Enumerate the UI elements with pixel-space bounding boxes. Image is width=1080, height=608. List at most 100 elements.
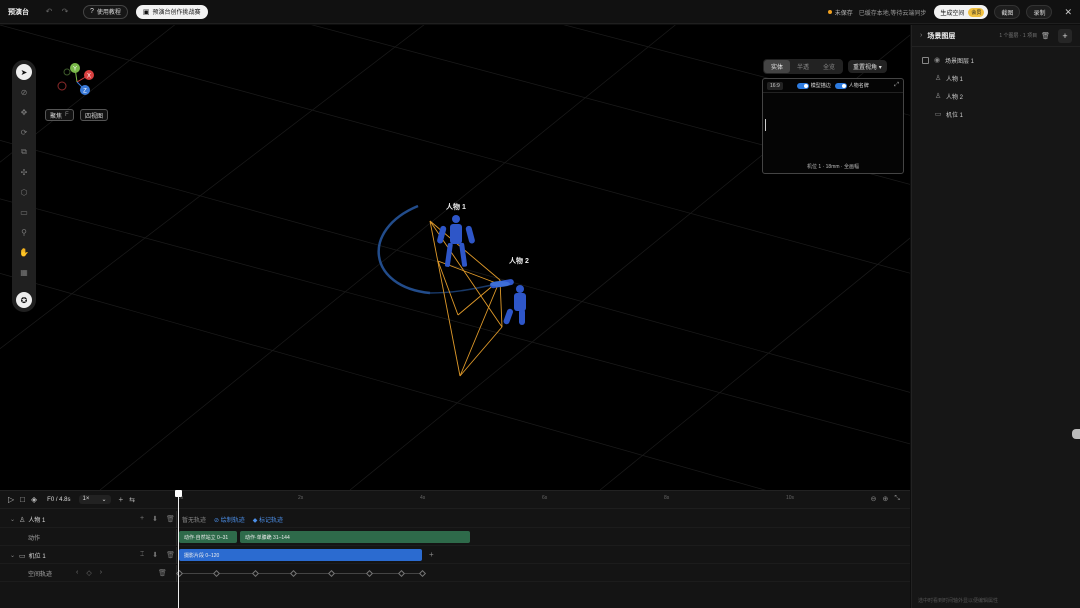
keyframe-icon[interactable]: ◈ [31,495,37,504]
pin-add-icon[interactable]: ⚲ [16,224,32,240]
link-icon[interactable]: ⌶ [140,551,144,559]
camera-preview[interactable]: 16:9 模型描边 人物名牌 ⤢ 机位 1 · 18mm · 全画幅 [762,78,904,174]
no-path-option[interactable]: 暂无轨迹 [182,515,206,524]
camera-add-icon[interactable]: ▭ [16,204,32,220]
zoom-in-icon[interactable]: ⊕ [883,495,889,503]
help-icon: ? [90,8,94,15]
screenshot-button[interactable]: 截图 [994,5,1021,19]
play-icon[interactable]: ▷ [8,495,14,504]
add-track-icon[interactable]: + [119,495,124,504]
add-layer-button[interactable]: + [1058,28,1072,43]
expand-icon[interactable]: ⤢ [894,82,899,89]
mark-path-label: 标记轨迹 [259,518,284,524]
undo-icon[interactable]: ↶ [43,6,55,18]
keyframe-marker[interactable] [365,569,374,578]
keyframe-marker[interactable] [251,569,260,578]
layer-item-character-1[interactable]: ♙ 人物 1 [912,69,1080,87]
prev-key-icon[interactable]: ‹ [76,569,78,577]
save-icon[interactable]: ⬇ [152,515,158,523]
add-clip-icon[interactable]: + [429,550,434,559]
keyframe-marker[interactable] [397,569,406,578]
collapse-panel-icon[interactable]: › [920,32,922,39]
tab-overview[interactable]: 全览 [816,60,842,73]
layer-checkbox[interactable] [922,56,929,64]
add-icon[interactable]: + [140,515,144,523]
action-clip[interactable]: 动作·单膝跪 31–144 [240,531,470,543]
scale-tool-icon[interactable]: ⧉ [16,144,32,160]
layer-item-character-2[interactable]: ♙ 人物 2 [912,87,1080,105]
track-character-1[interactable]: ⌄ ♙ 人物 1 + ⬇ 🗑 暂无轨迹 ⊘ 绘制轨迹 ◆ 标记轨迹 [0,511,910,528]
select-tool-icon[interactable]: ➤ [16,64,32,80]
generate-space-button[interactable]: 生成空间 会员 [934,5,989,19]
tutorial-button[interactable]: ? 使用教程 [83,4,128,19]
close-icon[interactable]: ✕ [1064,7,1072,18]
track-lane[interactable]: 暂无轨迹 ⊘ 绘制轨迹 ◆ 标记轨迹 [176,511,910,528]
record-button[interactable]: 录制 [1026,5,1053,19]
aspect-ratio-select[interactable]: 16:9 [767,81,783,90]
playhead[interactable] [175,490,182,608]
side-drag-handle[interactable] [1072,429,1080,439]
mark-path-option[interactable]: ◆ 标记轨迹 [253,515,283,524]
save-icon[interactable]: ⬇ [152,551,158,559]
hand-tool-icon[interactable]: ✋ [16,244,32,260]
tab-solid[interactable]: 实体 [764,60,791,73]
layer-item-scene[interactable]: ◉ 场景图层 1 [912,51,1080,69]
focus-button[interactable]: 聚焦 F [45,109,74,121]
draw-path-option[interactable]: ⊘ 绘制轨迹 [214,515,245,524]
zoom-out-icon[interactable]: ⊖ [871,495,877,503]
layer-label: 人物 1 [946,76,964,83]
track-character-1-action[interactable]: 动作 动作·自然站立 0–31 动作·单膝跪 31–144 [0,529,910,546]
top-right-group: 未保存 已缓存本地,等待云端同步 生成空间 会员 截图 录制 ✕ [827,0,1072,24]
cube-add-icon[interactable]: ⬡ [16,184,32,200]
four-view-button[interactable]: 四视图 [80,109,109,121]
track-lane[interactable]: 摄影片段 0–120 + [176,547,910,564]
redo-icon[interactable]: ↷ [59,6,71,18]
image-add-icon[interactable]: ▦ [16,264,32,280]
speed-select[interactable]: 1× ⌄ [78,495,111,504]
preview-caption: 机位 1 · 18mm · 全画幅 [807,164,859,170]
fit-icon[interactable]: ⤡ [894,495,900,503]
camera-frustum [429,220,503,377]
next-key-icon[interactable]: › [100,569,102,577]
character-name-toggle[interactable] [834,82,847,89]
time-ruler[interactable]: 0s 2s 4s 6s 8s 10s [176,491,910,509]
keyframe-add-icon[interactable]: ◇ [86,569,91,577]
keyframe-marker[interactable] [212,569,221,578]
track-sub-name: 空间轨迹 [28,572,53,578]
app-title: 预演台 [8,8,29,16]
keyframe-marker[interactable] [418,569,427,578]
track-lane[interactable] [175,565,910,582]
stop-icon[interactable]: □ [20,495,25,504]
transform-tool-icon[interactable]: ✣ [16,164,32,180]
reset-view-button[interactable]: 重置视角 ▾ [848,60,887,73]
swap-icon[interactable]: ⇆ [129,496,135,504]
gift-icon: ▣ [142,8,150,16]
track-lane[interactable]: 动作·自然站立 0–31 动作·单膝跪 31–144 [176,529,910,546]
delete-icon[interactable]: 🗑 [166,551,175,559]
tab-translucent[interactable]: 半透 [790,60,816,73]
track-camera-1-path[interactable]: 空间轨迹 ‹ ◇ › 🗑 [0,565,910,582]
move-tool-icon[interactable]: ✥ [16,104,32,120]
layer-item-camera-1[interactable]: ▭ 机位 1 [912,105,1080,123]
action-clip[interactable]: 动作·自然站立 0–31 [179,531,237,543]
lasso-tool-icon[interactable]: ⊘ [16,84,32,100]
track-camera-1[interactable]: ⌄ ▭ 机位 1 ⌶ ⬇ 🗑 摄影片段 0–120 + [0,547,910,564]
camera-clip[interactable]: 摄影片段 0–120 [179,549,422,561]
delete-icon[interactable]: 🗑 [166,515,175,523]
member-badge: 会员 [968,7,985,17]
collapse-chevron-icon[interactable]: ⌄ [10,516,15,523]
eye-icon[interactable]: ◉ [933,56,941,64]
character-name-label: 人物名牌 [848,83,869,89]
challenge-button[interactable]: ▣ 预演台创作挑战赛 [135,4,208,19]
rotate-tool-icon[interactable]: ⟳ [16,124,32,140]
3d-viewport[interactable]: 人物 1 人物 2 Y X Z 聚焦 F 四视图 ➤ ⊘ ✥ ⟳ ⧉ ✣ ⬡ ▭… [0,25,910,490]
delete-layer-icon[interactable]: 🗑 [1041,32,1050,40]
delete-icon[interactable]: 🗑 [158,569,167,577]
keyframe-marker[interactable] [327,569,336,578]
collapse-chevron-icon[interactable]: ⌄ [10,552,15,559]
keyframe-marker[interactable] [289,569,298,578]
draw-path-label: 绘制轨迹 [220,518,245,524]
model-outline-toggle[interactable] [796,82,809,89]
ai-assist-icon[interactable]: ✪ [16,292,32,308]
axis-gizmo[interactable]: Y X Z [55,60,100,100]
